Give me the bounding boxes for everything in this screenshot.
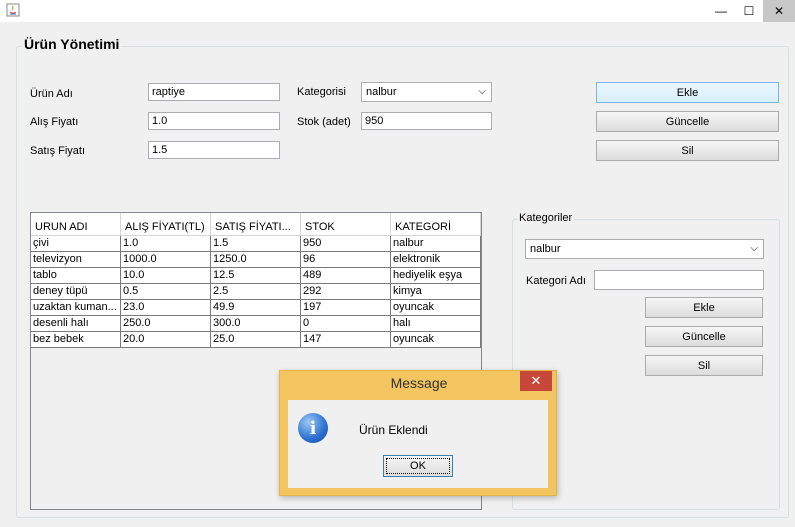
kategori-label: Kategorisi (297, 86, 346, 98)
kategori-list-select[interactable]: nalbur ⌵ (525, 239, 764, 259)
table-row[interactable]: tablo 10.0 12.5 489 hediyelik eşya (31, 268, 481, 284)
cell-kategori: nalbur (391, 236, 481, 252)
satis-fiyati-label: Satış Fiyatı (30, 145, 86, 157)
cell-urun-adi: tablo (31, 268, 121, 284)
window-close-button[interactable]: ✕ (763, 0, 795, 22)
chevron-down-icon: ⌵ (750, 243, 758, 254)
ekle-button[interactable]: Ekle (596, 82, 779, 103)
cell-satis: 49.9 (211, 300, 301, 316)
cell-stok: 489 (301, 268, 391, 284)
sil-button[interactable]: Sil (596, 140, 779, 161)
table-row[interactable]: televizyon 1000.0 1250.0 96 elektronik (31, 252, 481, 268)
cell-alis: 250.0 (121, 316, 211, 332)
dialog-message: Ürün Eklendi (359, 423, 428, 437)
table-row[interactable]: uzaktan kuman... 23.0 49.9 197 oyuncak (31, 300, 481, 316)
message-dialog: Message ✕ i Ürün Eklendi OK (279, 370, 557, 496)
table-row[interactable]: çivi 1.0 1.5 950 nalbur (31, 236, 481, 252)
alis-fiyati-input[interactable]: 1.0 (148, 112, 280, 130)
cell-urun-adi: deney tüpü (31, 284, 121, 300)
window-titlebar (0, 0, 795, 22)
table-row[interactable]: desenli halı 250.0 300.0 0 halı (31, 316, 481, 332)
close-icon: ✕ (530, 373, 542, 388)
cell-stok: 147 (301, 332, 391, 348)
cell-satis: 1250.0 (211, 252, 301, 268)
cell-stok: 0 (301, 316, 391, 332)
cell-urun-adi: bez bebek (31, 332, 121, 348)
cell-satis: 1.5 (211, 236, 301, 252)
cell-alis: 20.0 (121, 332, 211, 348)
kategori-select-value: nalbur (366, 86, 397, 98)
cell-urun-adi: uzaktan kuman... (31, 300, 121, 316)
satis-fiyati-input[interactable]: 1.5 (148, 141, 280, 159)
cell-satis: 12.5 (211, 268, 301, 284)
cell-urun-adi: çivi (31, 236, 121, 252)
cell-kategori: elektronik (391, 252, 481, 268)
maximize-button[interactable]: ☐ (735, 0, 763, 22)
java-app-icon (6, 3, 20, 17)
cell-satis: 25.0 (211, 332, 301, 348)
kategori-guncelle-button[interactable]: Güncelle (645, 326, 763, 347)
kategori-adi-label: Kategori Adı (526, 275, 586, 287)
cell-stok: 197 (301, 300, 391, 316)
kategori-sil-button[interactable]: Sil (645, 355, 763, 376)
stok-input[interactable]: 950 (361, 112, 492, 130)
dialog-close-button[interactable]: ✕ (520, 371, 552, 391)
column-header-urun-adi[interactable]: URUN ADI (31, 213, 121, 236)
cell-kategori: halı (391, 316, 481, 332)
kategori-select[interactable]: nalbur ⌵ (361, 82, 492, 102)
kategori-ekle-button[interactable]: Ekle (645, 297, 763, 318)
urun-adi-label: Ürün Adı (30, 88, 73, 100)
column-header-stok[interactable]: STOK (301, 213, 391, 236)
guncelle-button[interactable]: Güncelle (596, 111, 779, 132)
table-body: çivi 1.0 1.5 950 nalbur televizyon 1000.… (31, 236, 481, 348)
cell-kategori: hediyelik eşya (391, 268, 481, 284)
minimize-button[interactable]: — (707, 0, 735, 22)
cell-stok: 950 (301, 236, 391, 252)
kategoriler-title: Kategoriler (517, 212, 575, 224)
panel-title: Ürün Yönetimi (22, 36, 122, 52)
dialog-title: Message (390, 375, 448, 391)
cell-alis: 1.0 (121, 236, 211, 252)
cell-satis: 2.5 (211, 284, 301, 300)
cell-kategori: oyuncak (391, 332, 481, 348)
cell-stok: 96 (301, 252, 391, 268)
cell-urun-adi: televizyon (31, 252, 121, 268)
table-row[interactable]: bez bebek 20.0 25.0 147 oyuncak (31, 332, 481, 348)
chevron-down-icon: ⌵ (478, 86, 486, 97)
alis-fiyati-label: Alış Fiyatı (30, 116, 79, 128)
info-icon: i (298, 413, 328, 443)
cell-alis: 23.0 (121, 300, 211, 316)
cell-kategori: kimya (391, 284, 481, 300)
table-header: URUN ADI ALIŞ FİYATI(TL) SATIŞ FİYATI...… (31, 213, 481, 236)
cell-stok: 292 (301, 284, 391, 300)
table-row[interactable]: deney tüpü 0.5 2.5 292 kimya (31, 284, 481, 300)
column-header-alis-fiyati[interactable]: ALIŞ FİYATI(TL) (121, 213, 211, 236)
ok-button[interactable]: OK (383, 455, 453, 477)
column-header-kategori[interactable]: KATEGORİ (391, 213, 481, 236)
column-header-satis-fiyati[interactable]: SATIŞ FİYATI... (211, 213, 301, 236)
cell-urun-adi: desenli halı (31, 316, 121, 332)
cell-satis: 300.0 (211, 316, 301, 332)
cell-alis: 0.5 (121, 284, 211, 300)
kategori-list-value: nalbur (530, 243, 561, 255)
cell-alis: 10.0 (121, 268, 211, 284)
cell-alis: 1000.0 (121, 252, 211, 268)
cell-kategori: oyuncak (391, 300, 481, 316)
urun-adi-input[interactable]: raptiye (148, 83, 280, 101)
kategori-adi-input[interactable] (594, 270, 764, 290)
stok-label: Stok (adet) (297, 116, 351, 128)
